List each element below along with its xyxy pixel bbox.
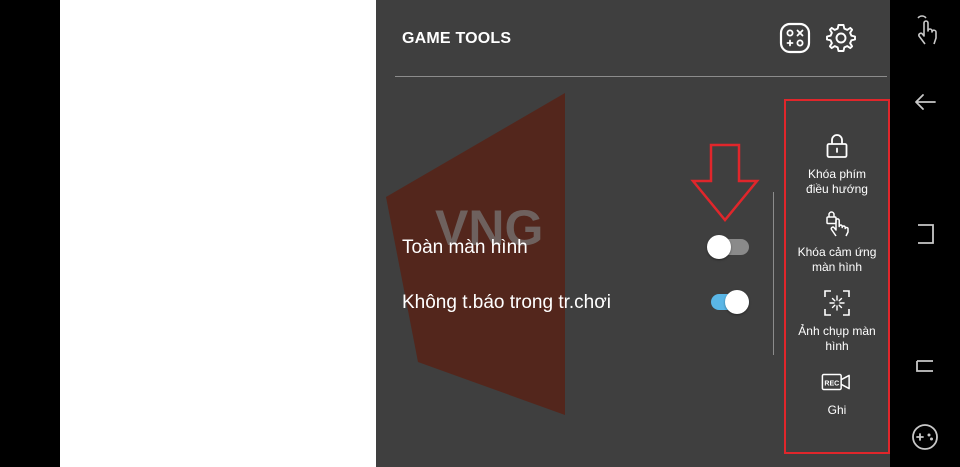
- setting-label-fullscreen: Toàn màn hình: [402, 237, 528, 258]
- toggle-knob: [725, 290, 749, 314]
- toggle-knob: [707, 235, 731, 259]
- tool-lock-touch[interactable]: Khóa cảm ứng màn hình: [786, 209, 888, 275]
- tools-highlight-box: Khóa phím điều hướng Khóa cảm ứng màn hì…: [784, 99, 890, 454]
- left-letterbox: [0, 0, 60, 467]
- tool-lock-nav-keys[interactable]: Khóa phím điều hướng: [786, 131, 888, 197]
- vertical-separator: [773, 192, 774, 355]
- touch-gesture-icon[interactable]: [909, 14, 941, 46]
- header-divider: [395, 76, 887, 77]
- setting-label-no-notifications: Không t.báo trong tr.chơi: [402, 292, 611, 313]
- record-icon: REC: [821, 367, 853, 397]
- lock-icon: [822, 131, 852, 161]
- tool-label-line1: Ghi: [827, 403, 847, 417]
- game-screen-area: [60, 0, 376, 467]
- return-icon[interactable]: [909, 350, 941, 382]
- game-launcher-icon[interactable]: [779, 22, 811, 54]
- tool-label-line2: màn hình: [811, 260, 863, 274]
- touch-lock-icon: [822, 209, 852, 239]
- tool-label-line1: Ảnh chụp màn: [798, 324, 876, 338]
- tool-screenshot[interactable]: Ảnh chụp màn hình: [786, 288, 888, 354]
- navigation-bar: [890, 0, 960, 467]
- setting-row-no-notifications[interactable]: Không t.báo trong tr.chơi: [402, 288, 752, 318]
- tool-label-line2: hình: [825, 339, 849, 353]
- setting-row-fullscreen[interactable]: Toàn màn hình: [402, 233, 752, 263]
- screenshot-icon: [822, 288, 852, 318]
- game-tools-panel: VNG GAME TOOLS Toàn màn hình Không t.báo…: [376, 0, 890, 467]
- tool-label-line1: Khóa cảm ứng: [797, 245, 877, 259]
- panel-title: GAME TOOLS: [402, 30, 512, 47]
- tool-label-line2: điều hướng: [806, 182, 868, 196]
- settings-gear-icon[interactable]: [825, 22, 857, 54]
- tool-label-line1: Khóa phím: [807, 167, 867, 181]
- recents-icon[interactable]: [909, 218, 941, 250]
- down-arrow-annotation-icon: [690, 143, 760, 222]
- back-icon[interactable]: [909, 86, 941, 118]
- no-notifications-toggle[interactable]: [707, 290, 749, 314]
- game-pad-icon[interactable]: [909, 421, 941, 453]
- fullscreen-toggle[interactable]: [707, 235, 749, 259]
- tool-record[interactable]: REC Ghi: [786, 367, 888, 418]
- rec-text: REC: [824, 380, 839, 387]
